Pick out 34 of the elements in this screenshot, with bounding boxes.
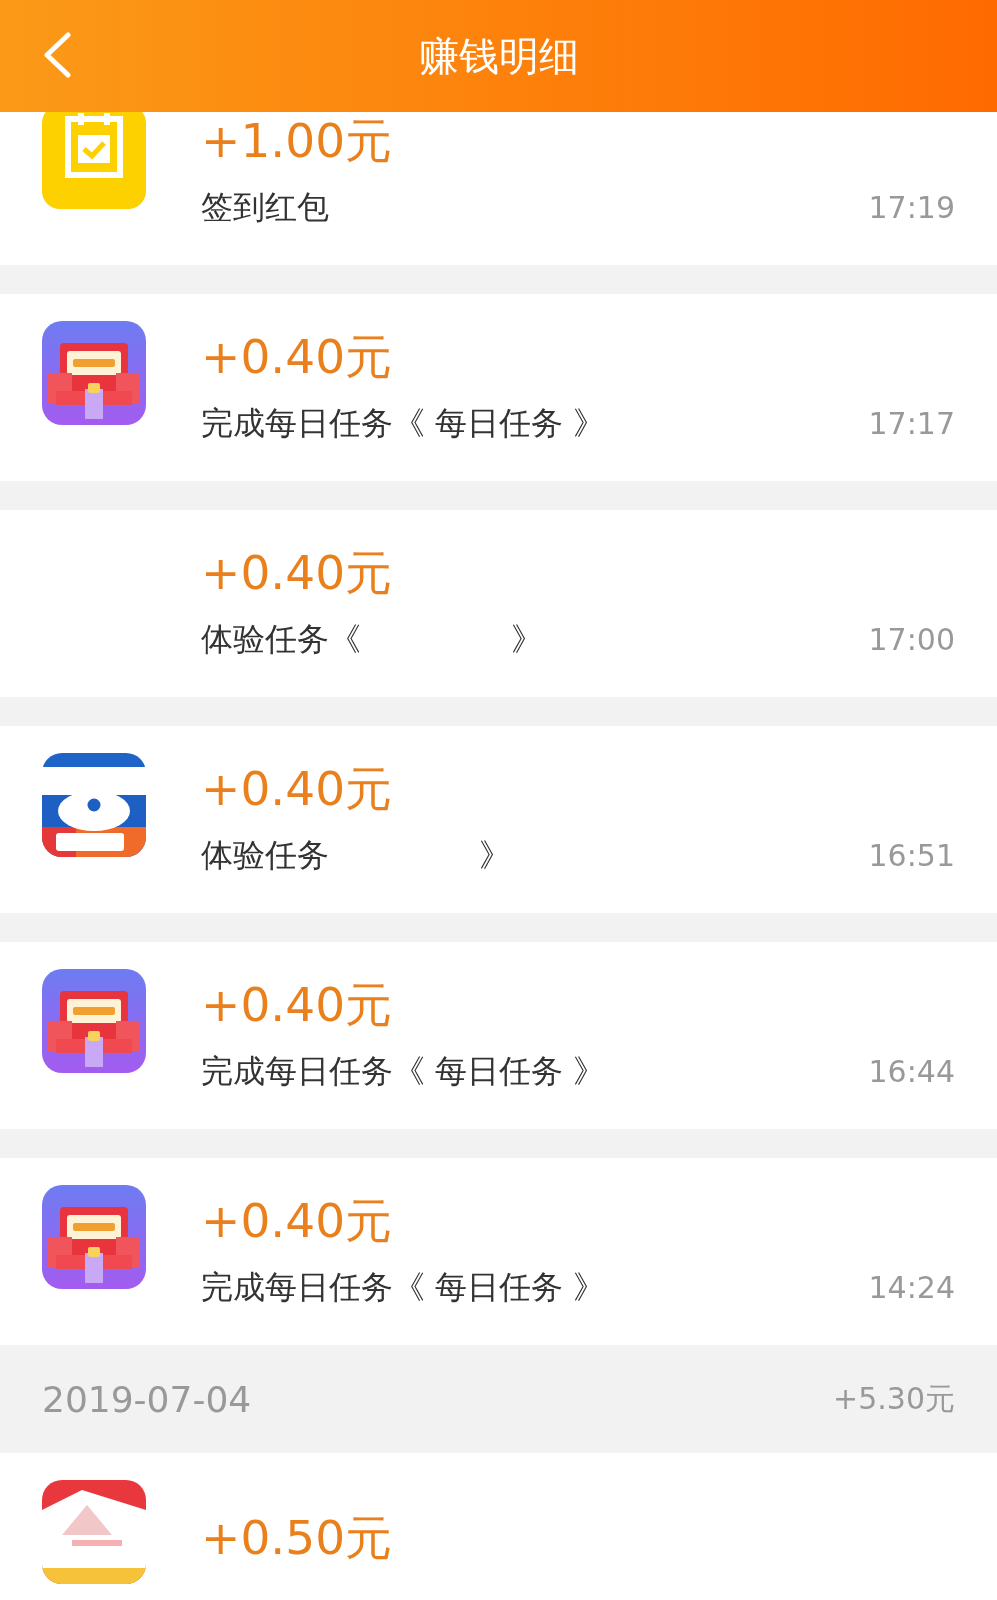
amount: +1.00元 [201, 113, 393, 168]
earning-card[interactable]: +0.40元 完成每日任务《 每日任务 》 14:24 [0, 1158, 997, 1345]
gift-box-icon [42, 968, 146, 1073]
time-label: 17:19 [868, 190, 955, 225]
amount: +0.40元 [201, 329, 393, 384]
amount: +0.40元 [201, 761, 393, 816]
earning-card[interactable]: +0.40元 体验任务《 》 17:00 [0, 510, 997, 697]
description: 签到红包 [201, 186, 329, 228]
page-title: 赚钱明细 [418, 31, 579, 81]
date-label: 2019-07-04 [42, 1378, 252, 1420]
earning-card[interactable]: +1.00元 签到红包 17:19 [0, 112, 997, 265]
earning-card[interactable]: +0.40元 完成每日任务《 每日任务 》 16:44 [0, 942, 997, 1129]
amount: +0.40元 [201, 1193, 393, 1248]
description: 完成每日任务《 每日任务 》 [201, 1266, 606, 1308]
description-end: 》 [511, 618, 543, 660]
time-label: 14:24 [868, 1270, 955, 1305]
time-label: 17:17 [868, 406, 955, 441]
day-total: +5.30元 [833, 1379, 955, 1418]
gift-box-icon [42, 320, 146, 425]
amount: +0.40元 [201, 545, 393, 600]
description: 完成每日任务《 每日任务 》 [201, 1050, 606, 1092]
description: 体验任务《 [201, 618, 361, 660]
earning-card[interactable]: +0.40元 体验任务 》 16:51 [0, 726, 997, 913]
time-label: 17:00 [868, 622, 955, 657]
amount: +0.50元 [201, 1510, 393, 1565]
amount: +0.40元 [201, 977, 393, 1032]
earning-card[interactable]: +0.40元 完成每日任务《 每日任务 》 17:17 [0, 294, 997, 481]
description: 完成每日任务《 每日任务 》 [201, 402, 606, 444]
description-end: 》 [479, 834, 511, 876]
time-label: 16:51 [868, 838, 955, 873]
gift-box-icon [42, 1184, 146, 1289]
description: 体验任务 [201, 834, 329, 876]
calendar-check-icon [42, 112, 146, 209]
time-label: 16:44 [868, 1054, 955, 1089]
